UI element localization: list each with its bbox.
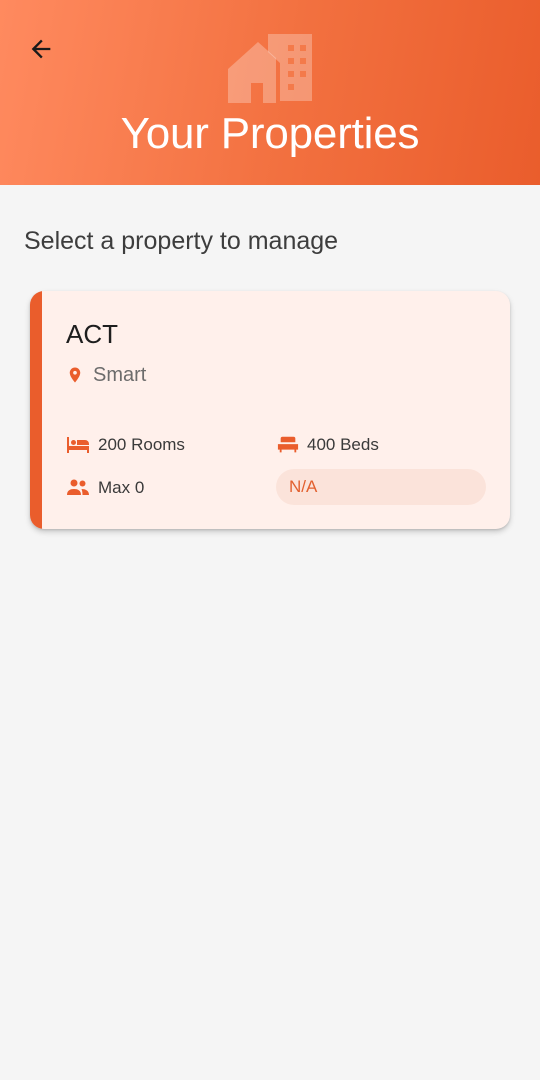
people-icon — [67, 479, 89, 495]
max-guests-stat: Max 0 — [66, 475, 144, 501]
back-button[interactable] — [18, 26, 64, 72]
sofa-icon — [277, 436, 299, 453]
section-title: Select a property to manage — [24, 227, 339, 255]
building-icon — [228, 34, 312, 103]
max-guests-text: Max 0 — [98, 478, 145, 497]
beds-text: 400 Beds — [307, 435, 379, 454]
status-badge: N/A — [276, 469, 486, 505]
bed-icon — [67, 437, 89, 453]
location-pin-icon — [69, 367, 81, 383]
beds-stat: 400 Beds — [277, 432, 379, 458]
location-text: Smart — [93, 363, 147, 386]
property-card[interactable]: ACT Smart 200 Rooms 400 Beds Max 0 N/A — [30, 291, 510, 529]
rooms-text: 200 Rooms — [98, 435, 185, 454]
app-header: Your Properties — [0, 0, 540, 185]
property-name: ACT — [66, 319, 118, 349]
arrow-back-icon — [31, 39, 51, 59]
property-location: Smart — [66, 361, 146, 389]
page-title: Your Properties — [120, 109, 420, 158]
status-text: N/A — [289, 477, 318, 496]
card-accent-bar — [30, 291, 42, 529]
rooms-stat: 200 Rooms — [66, 432, 185, 458]
